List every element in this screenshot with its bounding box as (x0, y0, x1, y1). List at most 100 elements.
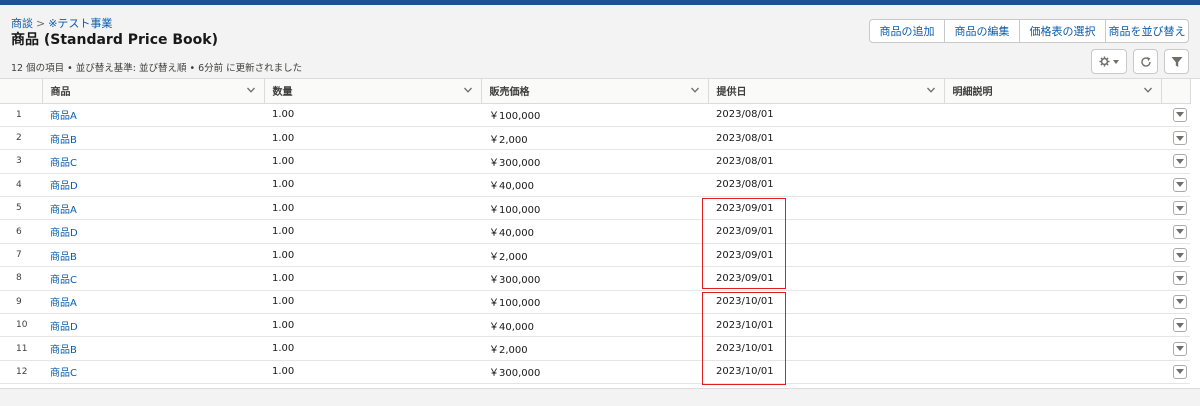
product-link[interactable]: 商品B (50, 345, 77, 356)
row-action-cell (1161, 266, 1190, 291)
service-date-cell: 2023/08/01 (708, 173, 944, 198)
add-product-button[interactable]: 商品の追加 (869, 19, 945, 43)
row-number: 6 (0, 219, 42, 244)
product-link[interactable]: 商品C (50, 158, 77, 169)
line-description-cell (944, 243, 1161, 268)
chevron-down-icon (1176, 322, 1184, 328)
sort-products-button[interactable]: 商品を並び替え (1105, 19, 1189, 43)
row-action-cell (1161, 126, 1190, 151)
row-menu-button[interactable] (1173, 294, 1187, 309)
product-link[interactable]: 商品A (50, 205, 77, 216)
chevron-down-icon (1176, 275, 1184, 281)
chevron-down-icon[interactable] (246, 85, 256, 95)
row-menu-button[interactable] (1173, 364, 1187, 379)
line-description-cell (944, 103, 1161, 127)
refresh-button[interactable] (1133, 49, 1158, 74)
product-cell: 商品B (42, 243, 264, 268)
product-link[interactable]: 商品B (50, 252, 77, 263)
sales-price-cell: ￥300,000 (481, 360, 708, 385)
list-settings-button[interactable] (1091, 49, 1127, 74)
product-cell: 商品A (42, 103, 264, 127)
product-link[interactable]: 商品B (50, 135, 77, 146)
product-cell: 商品C (42, 149, 264, 174)
chevron-down-icon[interactable] (926, 85, 936, 95)
column-header-line-description[interactable]: 明細説明 (944, 79, 1162, 104)
line-description-cell (944, 149, 1161, 174)
product-link[interactable]: 商品A (50, 298, 77, 309)
row-number: 2 (0, 126, 42, 151)
sales-price-cell: ￥2,000 (481, 336, 708, 361)
chevron-down-icon[interactable] (690, 85, 700, 95)
row-action-cell (1161, 360, 1190, 385)
line-description-cell (944, 290, 1161, 315)
column-header-service-date[interactable]: 提供日 (708, 79, 945, 104)
product-cell: 商品D (42, 219, 264, 244)
line-description-cell (944, 173, 1161, 198)
row-menu-button[interactable] (1173, 341, 1187, 356)
line-description-cell (944, 266, 1161, 291)
chevron-down-icon (1176, 369, 1184, 375)
product-link[interactable]: 商品C (50, 368, 77, 379)
sales-price-cell: ￥40,000 (481, 219, 708, 244)
refresh-icon (1140, 56, 1151, 67)
line-description-cell (944, 313, 1161, 338)
row-menu-button[interactable] (1173, 201, 1187, 216)
row-menu-button[interactable] (1173, 107, 1187, 122)
line-description-cell (944, 126, 1161, 151)
chevron-down-icon (1113, 59, 1119, 64)
row-action-cell (1161, 243, 1190, 268)
table-row: 9 商品A 1.00 ￥100,000 2023/10/01 (0, 290, 1190, 315)
row-menu-button[interactable] (1173, 224, 1187, 239)
table-header-row: 商品 数量 販売価格 提供日 明細説明 (0, 79, 1191, 104)
product-cell: 商品D (42, 173, 264, 198)
sales-price-cell: ￥40,000 (481, 173, 708, 198)
chevron-down-icon (1176, 346, 1184, 352)
action-button-group: 商品の追加 商品の編集 価格表の選択 商品を並び替え (869, 19, 1189, 43)
table-row: 4 商品D 1.00 ￥40,000 2023/08/01 (0, 173, 1190, 198)
table-row: 1 商品A 1.00 ￥100,000 2023/08/01 (0, 103, 1190, 127)
column-header-label: 数量 (272, 87, 293, 99)
quantity-cell: 1.00 (264, 360, 481, 385)
row-number: 4 (0, 173, 42, 198)
quantity-cell: 1.00 (264, 196, 481, 221)
edit-products-button[interactable]: 商品の編集 (944, 19, 1020, 43)
product-link[interactable]: 商品D (50, 228, 78, 239)
row-number: 12 (0, 360, 42, 385)
quantity-cell: 1.00 (264, 126, 481, 151)
sales-price-cell: ￥100,000 (481, 103, 708, 127)
table-row: 10 商品D 1.00 ￥40,000 2023/10/01 (0, 313, 1190, 338)
quantity-cell: 1.00 (264, 266, 481, 291)
product-cell: 商品D (42, 313, 264, 338)
chevron-down-icon[interactable] (463, 85, 473, 95)
product-link[interactable]: 商品C (50, 275, 77, 286)
product-link[interactable]: 商品A (50, 111, 77, 122)
chevron-down-icon (1176, 252, 1184, 258)
quantity-cell: 1.00 (264, 149, 481, 174)
row-menu-button[interactable] (1173, 318, 1187, 333)
row-action-cell (1161, 149, 1190, 174)
product-link[interactable]: 商品D (50, 322, 78, 333)
sales-price-cell: ￥2,000 (481, 243, 708, 268)
column-header-label: 販売価格 (489, 87, 530, 99)
row-number: 7 (0, 243, 42, 268)
row-menu-button[interactable] (1173, 271, 1187, 286)
row-menu-button[interactable] (1173, 131, 1187, 146)
product-link[interactable]: 商品D (50, 181, 78, 192)
row-action-cell (1161, 173, 1190, 198)
row-action-cell (1161, 336, 1190, 361)
quantity-cell: 1.00 (264, 219, 481, 244)
row-menu-button[interactable] (1173, 154, 1187, 169)
sales-price-cell: ￥100,000 (481, 290, 708, 315)
filter-button[interactable] (1164, 49, 1189, 74)
column-header-product[interactable]: 商品 (42, 79, 265, 104)
list-header: 商談 > ※テスト事業 商品 (Standard Price Book) 12 個の… (0, 5, 1200, 79)
column-header-sales-price[interactable]: 販売価格 (481, 79, 709, 104)
product-cell: 商品C (42, 360, 264, 385)
column-header-quantity[interactable]: 数量 (264, 79, 482, 104)
chevron-down-icon (1176, 299, 1184, 305)
row-menu-button[interactable] (1173, 248, 1187, 263)
row-menu-button[interactable] (1173, 177, 1187, 192)
row-action-cell (1161, 196, 1190, 221)
choose-price-book-button[interactable]: 価格表の選択 (1019, 19, 1106, 43)
chevron-down-icon[interactable] (1143, 85, 1153, 95)
